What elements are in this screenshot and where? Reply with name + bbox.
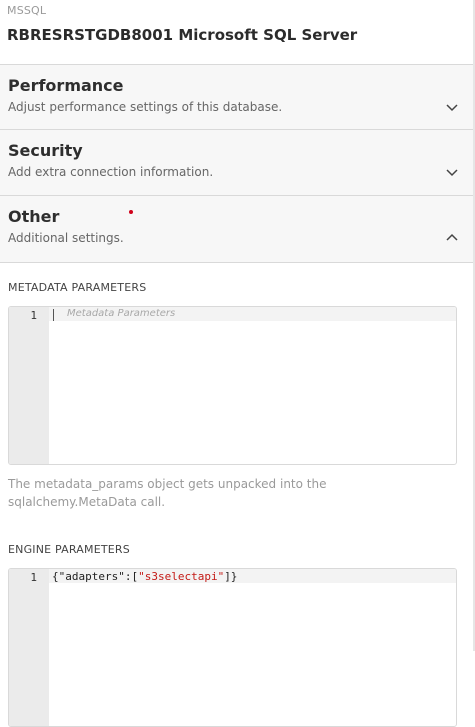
line-number: 1 — [30, 571, 37, 584]
engine-parameters-editor[interactable]: 1 {"adapters":["s3selectapi"]} — [8, 568, 457, 727]
metadata-parameters-editor[interactable]: 1 Metadata Parameters — [8, 306, 457, 465]
chevron-up-icon[interactable] — [445, 231, 459, 245]
panel-title: Security — [8, 141, 83, 160]
editor-placeholder: Metadata Parameters — [67, 308, 176, 319]
panel-description: Additional settings. — [8, 231, 124, 245]
database-type: MSSQL — [7, 4, 47, 17]
code-prefix: {"adapters":[ — [52, 570, 139, 583]
engine-parameters-code: {"adapters":["s3selectapi"]} — [52, 570, 237, 583]
panel-title: Other — [8, 207, 60, 226]
panel-description: Adjust performance settings of this data… — [8, 100, 283, 114]
panel-security[interactable]: Security Add extra connection informatio… — [0, 129, 475, 195]
chevron-down-icon[interactable] — [445, 100, 459, 114]
panel-other[interactable]: Other Additional settings. — [0, 195, 475, 262]
engine-parameters-label: ENGINE PARAMETERS — [8, 543, 130, 556]
database-name: RBRESRSTGDB8001 Microsoft SQL Server — [7, 26, 358, 44]
metadata-parameters-label: METADATA PARAMETERS — [8, 281, 147, 294]
editor-gutter: 1 — [9, 307, 49, 464]
panel-title: Performance — [8, 76, 124, 95]
editor-gutter: 1 — [9, 569, 49, 726]
unsaved-indicator — [129, 210, 133, 214]
database-header: MSSQL RBRESRSTGDB8001 Microsoft SQL Serv… — [0, 0, 475, 54]
other-settings-content: METADATA PARAMETERS 1 Metadata Parameter… — [0, 262, 475, 727]
code-suffix: ]} — [224, 570, 238, 583]
panel-description: Add extra connection information. — [8, 165, 214, 179]
metadata-parameters-help: The metadata_params object gets unpacked… — [8, 477, 327, 509]
panel-performance[interactable]: Performance Adjust performance settings … — [0, 64, 475, 130]
text-cursor — [53, 309, 54, 321]
line-number: 1 — [30, 309, 37, 322]
chevron-down-icon[interactable] — [445, 165, 459, 179]
code-string-literal: "s3selectapi" — [138, 570, 225, 583]
